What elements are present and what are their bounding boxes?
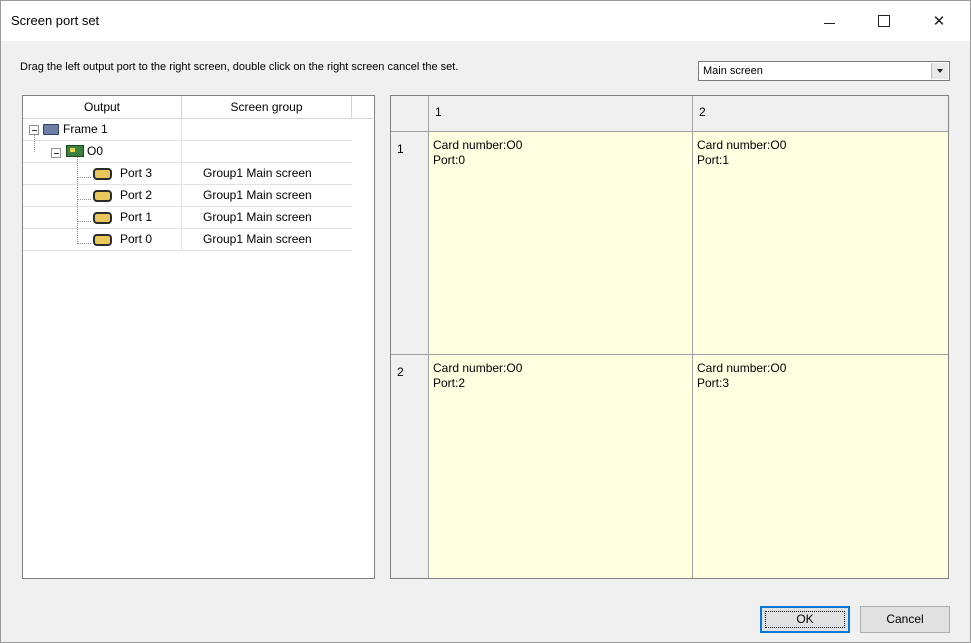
tree-row-port[interactable]: Port 1 Group1 Main screen (23, 207, 352, 229)
cell-card-number: Card number:O0 (697, 138, 787, 152)
column-separator (181, 207, 182, 228)
grid-row-header: 2 (391, 355, 429, 578)
tree-label-frame: Frame 1 (63, 122, 108, 136)
screen-select-value: Main screen (703, 65, 763, 77)
dropdown-arrow-button[interactable] (931, 63, 948, 79)
tree-label-card: O0 (87, 144, 104, 158)
column-separator (181, 229, 182, 250)
minimize-icon (823, 22, 835, 24)
tree-row-frame[interactable]: Frame 1 (23, 119, 352, 141)
tree-row-port[interactable]: Port 0 Group1 Main screen (23, 229, 352, 251)
close-icon: ✕ (932, 13, 946, 30)
screen-cell[interactable]: Card number:O0 Port:1 (693, 132, 948, 355)
screen-grid: 1 2 1 2 Card number:O0 Port:0 Card numbe… (390, 95, 949, 579)
column-header-screen-group[interactable]: Screen group (182, 96, 352, 118)
screen-port-set-dialog: Screen port set ✕ Drag the left output p… (0, 0, 971, 643)
port-screen-group: Group1 Main screen (203, 232, 312, 246)
tree-row-port[interactable]: Port 3 Group1 Main screen (23, 163, 352, 185)
maximize-button[interactable] (861, 1, 907, 41)
window-title: Screen port set (11, 13, 100, 28)
cell-card-number: Card number:O0 (433, 138, 523, 152)
tree-header: Output Screen group (23, 96, 373, 119)
cancel-button-label: Cancel (886, 612, 924, 626)
column-header-output[interactable]: Output (23, 96, 182, 118)
grid-corner-header (391, 96, 429, 132)
chevron-down-icon (937, 69, 943, 73)
grid-row-header-label: 1 (397, 142, 404, 156)
screen-cell[interactable]: Card number:O0 Port:0 (429, 132, 693, 355)
card-icon (66, 145, 84, 157)
port-screen-group: Group1 Main screen (203, 210, 312, 224)
focus-rectangle (765, 611, 845, 628)
grid-row-header: 1 (391, 132, 429, 355)
port-label: Port 1 (120, 210, 153, 224)
collapse-icon[interactable] (29, 125, 39, 135)
port-label: Port 3 (120, 166, 153, 180)
port-screen-group: Group1 Main screen (203, 166, 312, 180)
grid-column-header: 1 (429, 96, 693, 132)
port-label: Port 2 (120, 188, 153, 202)
screen-cell[interactable]: Card number:O0 Port:3 (693, 355, 948, 578)
output-tree-list[interactable]: Output Screen group Frame 1 O0 Port 3 Gr… (22, 95, 375, 579)
maximize-icon (878, 15, 890, 27)
cancel-button[interactable]: Cancel (860, 606, 950, 633)
port-icon (93, 190, 112, 202)
title-bar: Screen port set ✕ (1, 1, 970, 41)
cell-card-number: Card number:O0 (697, 361, 787, 375)
grid-column-header-label: 1 (435, 105, 442, 119)
tree-row-port[interactable]: Port 2 Group1 Main screen (23, 185, 352, 207)
column-separator (181, 119, 182, 140)
cell-port: Port:1 (697, 153, 730, 167)
port-screen-group: Group1 Main screen (203, 188, 312, 202)
close-button[interactable]: ✕ (916, 1, 962, 41)
column-separator (181, 185, 182, 206)
cell-port: Port:0 (433, 153, 466, 167)
cell-card-number: Card number:O0 (433, 361, 523, 375)
port-label: Port 0 (120, 232, 153, 246)
column-separator (181, 163, 182, 184)
frame-icon (43, 124, 59, 135)
cell-port: Port:3 (697, 376, 730, 390)
ok-button[interactable]: OK (760, 606, 850, 633)
column-separator (181, 141, 182, 162)
screen-cell[interactable]: Card number:O0 Port:2 (429, 355, 693, 578)
screen-select[interactable]: Main screen (698, 61, 950, 81)
grid-column-header: 2 (693, 96, 948, 132)
cell-port: Port:2 (433, 376, 466, 390)
tree-row-card[interactable]: O0 (23, 141, 352, 163)
grid-column-header-label: 2 (699, 105, 706, 119)
port-icon (93, 234, 112, 246)
port-icon (93, 168, 112, 180)
grid-row-header-label: 2 (397, 365, 404, 379)
collapse-icon[interactable] (51, 148, 61, 158)
minimize-button[interactable] (806, 1, 852, 41)
instruction-text: Drag the left output port to the right s… (20, 61, 459, 73)
port-icon (93, 212, 112, 224)
